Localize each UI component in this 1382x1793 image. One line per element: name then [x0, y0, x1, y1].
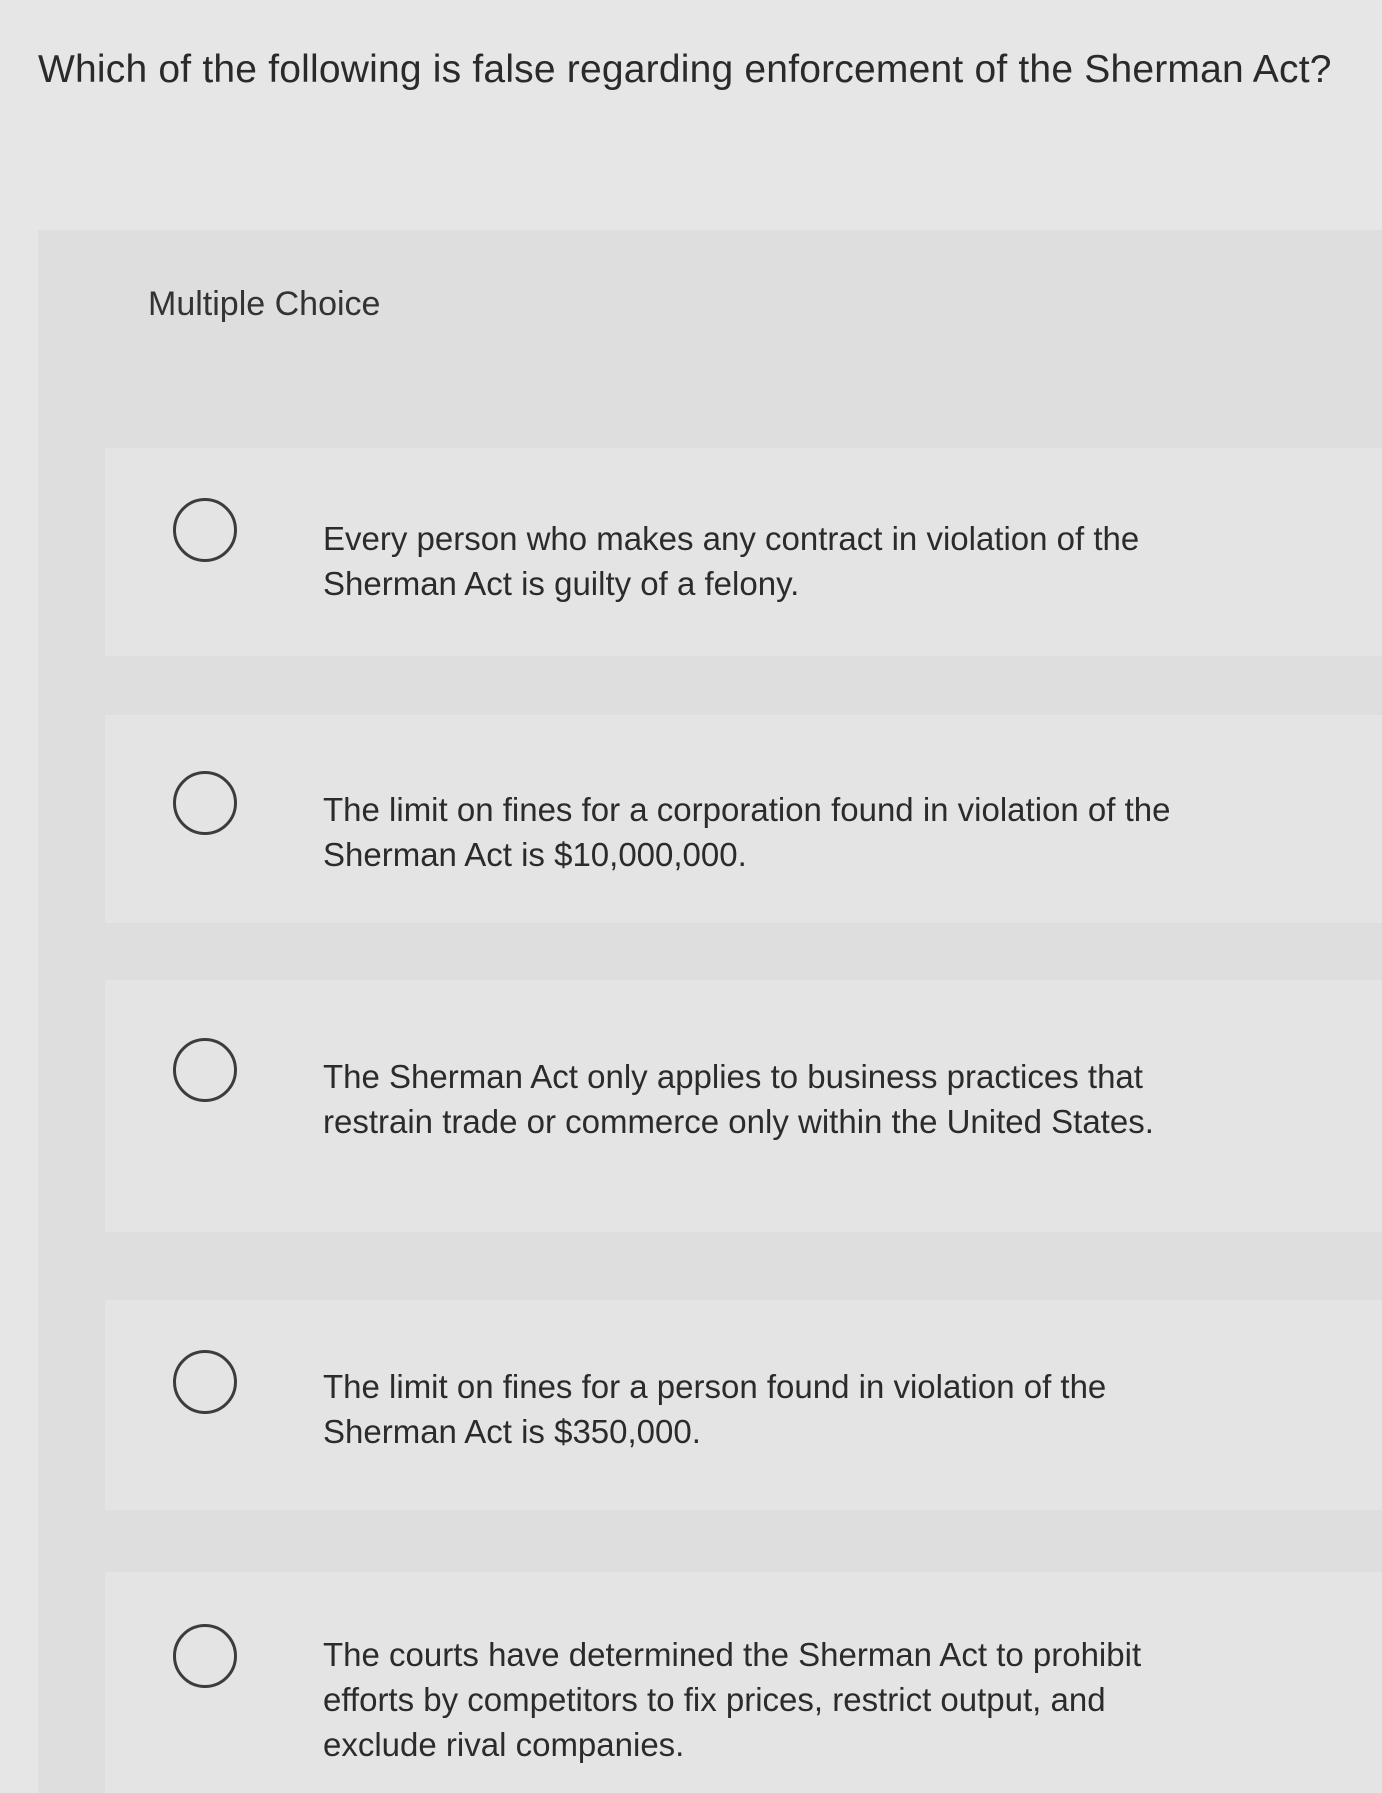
- radio-button-4[interactable]: [173, 1350, 237, 1414]
- radio-button-1[interactable]: [173, 498, 237, 562]
- multiple-choice-label: Multiple Choice: [148, 285, 381, 323]
- answer-option-2[interactable]: The limit on fines for a corporation fou…: [105, 715, 1382, 923]
- answer-option-3-text: The Sherman Act only applies to business…: [323, 1058, 1154, 1140]
- answer-option-2-text: The limit on fines for a corporation fou…: [323, 791, 1171, 873]
- answer-option-4-text: The limit on fines for a person found in…: [323, 1368, 1107, 1450]
- answer-option-4[interactable]: The limit on fines for a person found in…: [105, 1300, 1382, 1510]
- answer-option-1[interactable]: Every person who makes any contract in v…: [105, 448, 1382, 656]
- answer-option-1-text: Every person who makes any contract in v…: [323, 520, 1140, 602]
- question-text: Which of the following is false regardin…: [38, 48, 1332, 91]
- radio-button-2[interactable]: [173, 771, 237, 835]
- answer-option-3[interactable]: The Sherman Act only applies to business…: [105, 980, 1382, 1232]
- radio-button-5[interactable]: [173, 1624, 237, 1688]
- answer-option-5-text: The courts have determined the Sherman A…: [323, 1636, 1142, 1763]
- answer-option-5[interactable]: The courts have determined the Sherman A…: [105, 1572, 1382, 1793]
- radio-button-3[interactable]: [173, 1038, 237, 1102]
